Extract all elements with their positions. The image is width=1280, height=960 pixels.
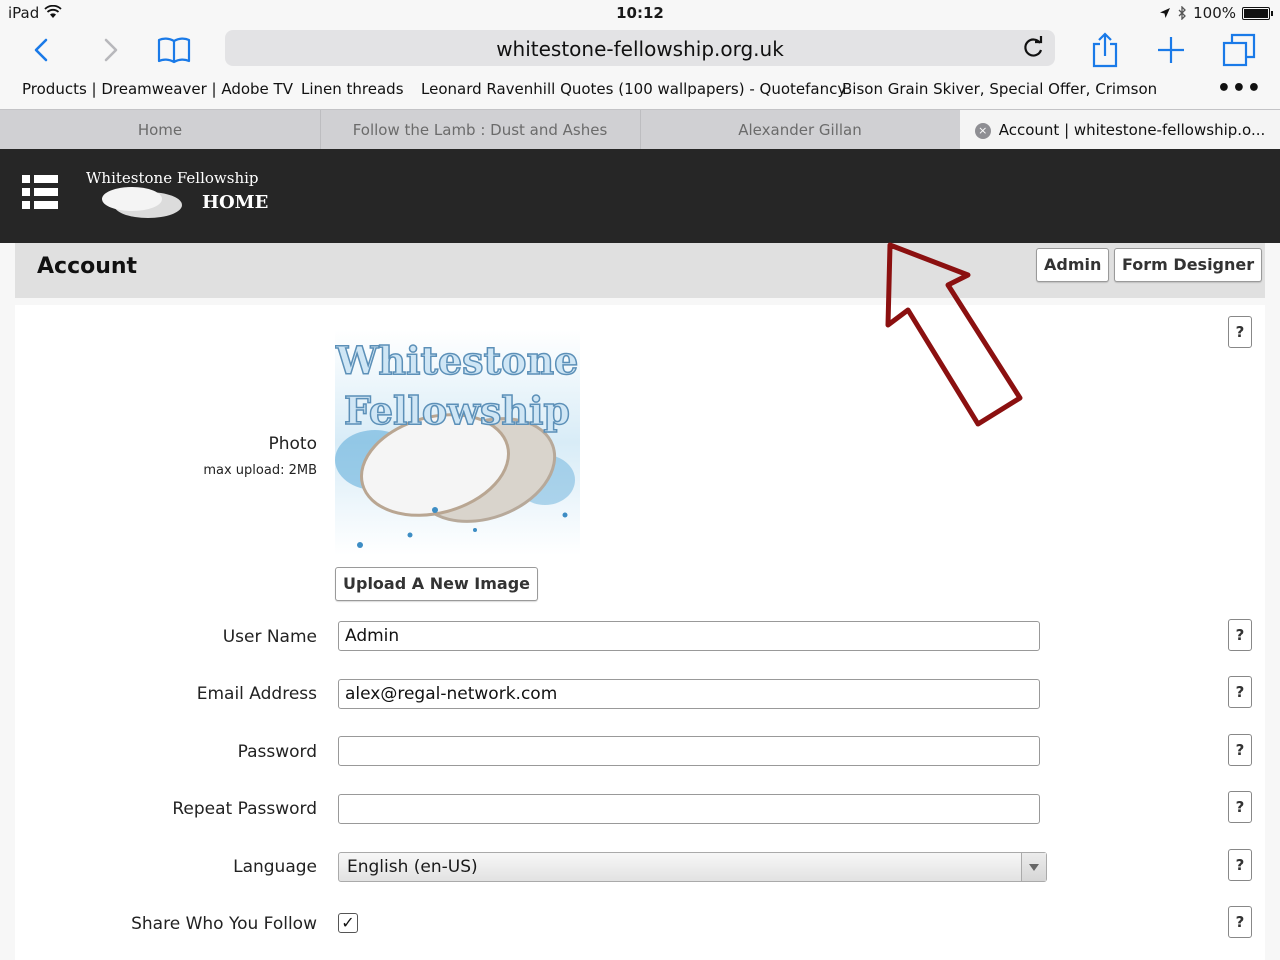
photo-text-line2: Fellowship: [344, 388, 570, 433]
back-icon[interactable]: [24, 32, 60, 68]
battery-icon: [1242, 6, 1273, 20]
password-label: Password: [237, 742, 317, 762]
email-input[interactable]: alex@regal-network.com: [338, 679, 1040, 709]
admin-button[interactable]: Admin: [1036, 248, 1110, 282]
browser-toolbar: whitestone-fellowship.org.uk: [0, 26, 1280, 76]
photo-text-line1: Whitestone: [335, 338, 578, 383]
clock: 10:12: [616, 4, 664, 22]
bookmarks-bar: Products | Dreamweaver | Adobe TV Linen …: [0, 76, 1280, 109]
tab-alexander-gillan[interactable]: Alexander Gillan: [640, 110, 961, 150]
photo-label: Photo: [268, 434, 318, 454]
bookmark-link[interactable]: Linen threads: [301, 80, 404, 98]
help-button[interactable]: ?: [1228, 906, 1252, 938]
forward-icon[interactable]: [92, 32, 128, 68]
tab-label: Account | whitestone-fellowship.o...: [998, 121, 1266, 139]
help-button[interactable]: ?: [1228, 619, 1252, 651]
password-input[interactable]: [338, 736, 1040, 766]
help-button[interactable]: ?: [1228, 676, 1252, 708]
address-bar[interactable]: whitestone-fellowship.org.uk: [225, 30, 1055, 66]
more-bookmarks-button[interactable]: •••: [1217, 76, 1262, 101]
tab-label: Home: [137, 121, 183, 139]
url-text: whitestone-fellowship.org.uk: [496, 37, 784, 61]
reload-icon[interactable]: [1019, 34, 1047, 62]
help-button[interactable]: ?: [1228, 849, 1252, 881]
page-title: Account: [37, 254, 138, 279]
share-follow-checkbox[interactable]: ✓: [338, 913, 358, 933]
site-header: Whitestone Fellowship HOME: [0, 149, 1280, 243]
language-label: Language: [233, 857, 317, 877]
tab-bar: Home Follow the Lamb : Dust and Ashes Al…: [0, 109, 1280, 150]
bluetooth-icon: [1178, 6, 1187, 20]
help-button[interactable]: ?: [1228, 791, 1252, 823]
username-label: User Name: [222, 627, 317, 647]
help-button[interactable]: ?: [1228, 316, 1252, 348]
bookmark-link[interactable]: Bison Grain Skiver, Special Offer, Crims…: [842, 80, 1157, 98]
tab-account[interactable]: × Account | whitestone-fellowship.o...: [960, 110, 1280, 150]
bookmark-link[interactable]: Products | Dreamweaver | Adobe TV: [22, 80, 293, 98]
status-bar: iPad 10:12 100%: [0, 0, 1280, 26]
tab-follow-the-lamb[interactable]: Follow the Lamb : Dust and Ashes: [320, 110, 641, 150]
share-follow-label: Share Who You Follow: [131, 914, 317, 934]
repeat-password-input[interactable]: [338, 794, 1040, 824]
repeat-password-label: Repeat Password: [172, 799, 317, 819]
help-button[interactable]: ?: [1228, 734, 1252, 766]
logo-text: Whitestone Fellowship: [86, 169, 259, 187]
menu-icon[interactable]: [22, 174, 58, 210]
bookmark-link[interactable]: Leonard Ravenhill Quotes (100 wallpapers…: [421, 80, 846, 98]
language-selected-value: English (en-US): [347, 857, 478, 877]
email-label: Email Address: [196, 684, 317, 704]
tab-close-icon[interactable]: ×: [974, 123, 991, 139]
tab-home[interactable]: Home: [0, 110, 321, 150]
bookmarks-icon[interactable]: [156, 32, 192, 68]
tab-label: Follow the Lamb : Dust and Ashes: [352, 121, 608, 139]
upload-image-button[interactable]: Upload A New Image: [335, 567, 539, 601]
status-right: 100%: [1159, 4, 1273, 22]
language-select[interactable]: English (en-US): [338, 852, 1047, 882]
username-input[interactable]: Admin: [338, 621, 1040, 651]
profile-photo: Whitestone Fellowship: [334, 330, 580, 555]
battery-percent: 100%: [1193, 4, 1236, 22]
annotation-arrow-icon: [885, 242, 1023, 427]
share-icon[interactable]: [1087, 32, 1123, 68]
tab-label: Alexander Gillan: [738, 121, 862, 139]
home-link[interactable]: HOME: [202, 192, 268, 213]
chevron-down-icon: [1021, 853, 1046, 881]
tabs-icon[interactable]: [1221, 32, 1257, 68]
new-tab-icon[interactable]: [1153, 32, 1189, 68]
site-logo[interactable]: Whitestone Fellowship HOME: [84, 167, 274, 223]
location-icon: [1160, 8, 1171, 18]
photo-upload-note: max upload: 2MB: [203, 463, 317, 478]
form-designer-button[interactable]: Form Designer: [1114, 248, 1263, 282]
